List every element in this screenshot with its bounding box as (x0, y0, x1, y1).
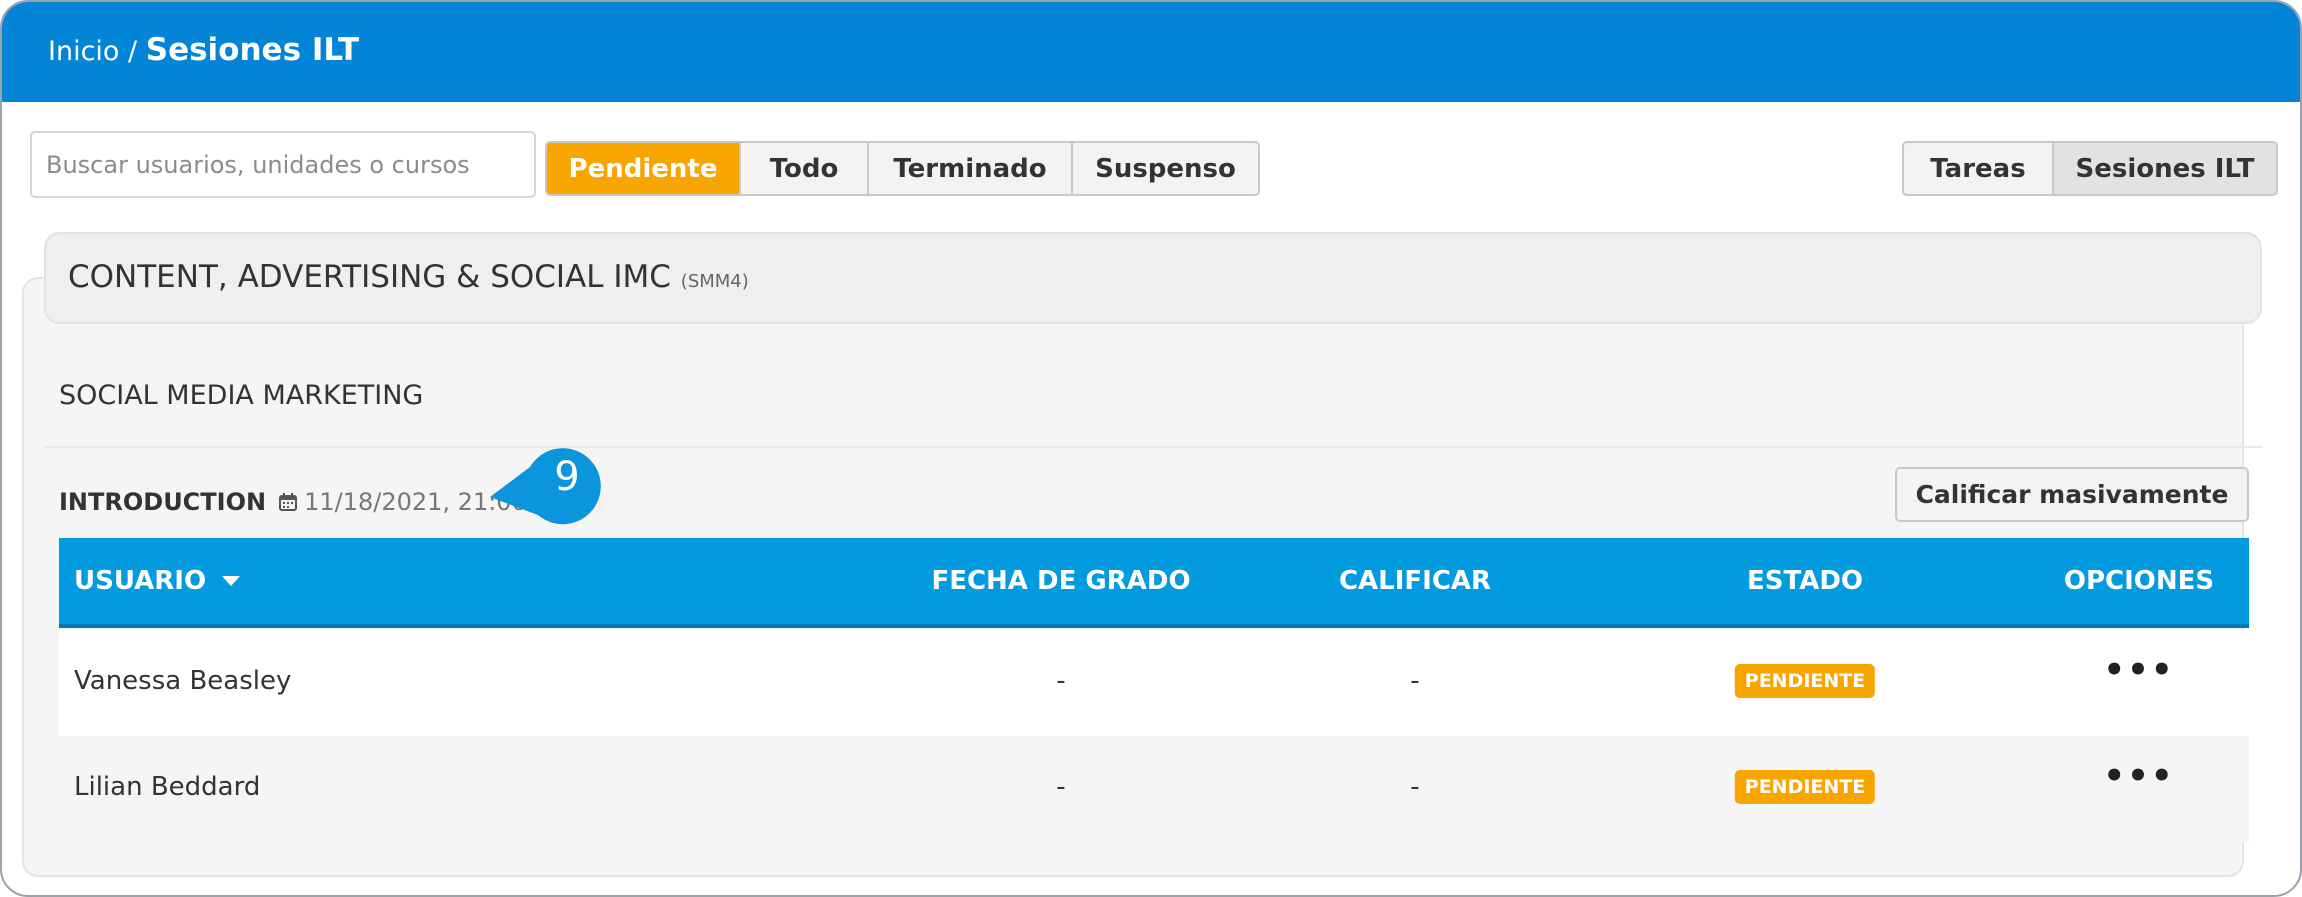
view-switch: Tareas Sesiones ILT (1902, 141, 2278, 196)
tab-tareas[interactable]: Tareas (1904, 143, 2054, 194)
more-horizontal-icon[interactable]: ••• (2103, 756, 2174, 796)
breadcrumb-current: Sesiones ILT (145, 32, 360, 68)
app-window: Inicio / Sesiones ILT Pendiente Todo Ter… (0, 0, 2302, 897)
filter-terminado-button[interactable]: Terminado (869, 143, 1073, 194)
calendar-icon (279, 493, 298, 511)
filter-todo-button[interactable]: Todo (741, 143, 869, 194)
top-bar: Inicio / Sesiones ILT (2, 2, 2300, 102)
divider (44, 446, 2262, 448)
user-name[interactable]: Vanessa Beasley (74, 666, 291, 696)
column-label-usuario: USUARIO (74, 566, 207, 596)
course-name: CONTENT, ADVERTISING & SOCIAL IMC (68, 259, 671, 295)
breadcrumb: Inicio / Sesiones ILT (48, 32, 359, 68)
breadcrumb-home-link[interactable]: Inicio (48, 36, 119, 67)
column-header-opciones: OPCIONES (2063, 566, 2215, 596)
tab-sesiones-ilt[interactable]: Sesiones ILT (2054, 143, 2276, 194)
user-name[interactable]: Lilian Beddard (74, 772, 260, 802)
column-header-calificar: CALIFICAR (1338, 566, 1492, 596)
sort-down-caret-icon (222, 576, 241, 586)
mass-grade-button[interactable]: Calificar masivamente (1895, 467, 2249, 522)
step-callout-number: 9 (554, 454, 580, 500)
filter-suspenso-button[interactable]: Suspenso (1073, 143, 1258, 194)
course-title: CONTENT, ADVERTISING & SOCIAL IMC (SMM4) (68, 259, 749, 295)
status-badge: PENDIENTE (1734, 770, 1876, 804)
course-code: (SMM4) (680, 271, 749, 292)
column-header-fecha-de-grado: FECHA DE GRADO (931, 566, 1191, 596)
column-header-usuario[interactable]: USUARIO (74, 566, 241, 596)
grade-date-cell: - (1056, 666, 1066, 696)
grade-date-cell: - (1056, 772, 1066, 802)
course-header: CONTENT, ADVERTISING & SOCIAL IMC (SMM4) (44, 232, 2262, 324)
filter-pendiente-button[interactable]: Pendiente (547, 143, 741, 194)
session-name: INTRODUCTION (59, 488, 267, 516)
status-badge: PENDIENTE (1734, 664, 1876, 698)
table-row: Vanessa Beasley - - PENDIENTE ••• (59, 630, 2249, 736)
table-header: USUARIO FECHA DE GRADO CALIFICAR ESTADO … (59, 538, 2249, 628)
status-filter: Pendiente Todo Terminado Suspenso (545, 141, 1260, 196)
search-input[interactable] (30, 131, 536, 198)
module-title: SOCIAL MEDIA MARKETING (59, 380, 424, 411)
table-row: Lilian Beddard - - PENDIENTE ••• (59, 736, 2249, 842)
grade-cell: - (1410, 772, 1420, 802)
session-info: INTRODUCTION 11/18/2021, 21:00 (59, 488, 527, 516)
column-header-estado: ESTADO (1746, 566, 1864, 596)
breadcrumb-separator: / (128, 36, 138, 67)
more-horizontal-icon[interactable]: ••• (2103, 650, 2174, 690)
grade-cell: - (1410, 666, 1420, 696)
